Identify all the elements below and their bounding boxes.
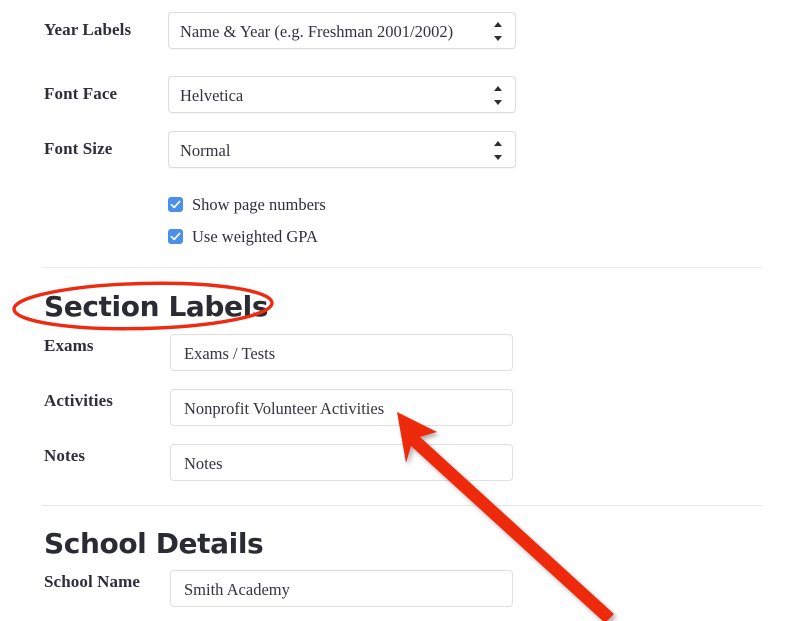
select-font-size[interactable]: Normal — [168, 131, 516, 168]
label-exams: Exams — [44, 336, 94, 355]
input-activities-value: Nonprofit Volunteer Activities — [184, 399, 385, 418]
input-notes-value: Notes — [184, 454, 223, 473]
checkbox-use-weighted-gpa[interactable] — [168, 229, 183, 244]
input-school-name[interactable]: Smith Academy — [170, 570, 513, 607]
select-font-size-value: Normal — [180, 141, 231, 160]
input-exams-value: Exams / Tests — [184, 344, 276, 363]
page-title-school-details: School Details — [44, 527, 264, 560]
label-year-labels: Year Labels — [44, 20, 132, 39]
chevron-updown-icon — [494, 22, 503, 41]
input-notes[interactable]: Notes — [170, 444, 513, 481]
select-font-face[interactable]: Helvetica — [168, 76, 516, 113]
label-notes: Notes — [44, 446, 86, 465]
input-school-name-value: Smith Academy — [184, 580, 290, 599]
settings-form-page: Year Labels Name & Year (e.g. Freshman 2… — [0, 0, 798, 621]
checkbox-label-use-weighted-gpa: Use weighted GPA — [192, 227, 318, 246]
chevron-updown-icon — [494, 141, 503, 160]
label-school-name: School Name — [44, 572, 141, 591]
section-divider — [42, 267, 762, 268]
chevron-updown-icon — [494, 86, 503, 105]
select-year-labels-value: Name & Year (e.g. Freshman 2001/2002) — [180, 22, 454, 41]
select-year-labels[interactable]: Name & Year (e.g. Freshman 2001/2002) — [168, 12, 516, 49]
label-activities: Activities — [44, 391, 113, 410]
select-font-face-value: Helvetica — [180, 86, 244, 105]
checkbox-show-page-numbers[interactable] — [168, 197, 183, 212]
label-font-face: Font Face — [44, 84, 118, 103]
label-font-size: Font Size — [44, 139, 113, 158]
input-activities[interactable]: Nonprofit Volunteer Activities — [170, 389, 513, 426]
section-divider — [42, 505, 762, 506]
page-title-section-labels: Section Labels — [44, 290, 269, 323]
input-exams[interactable]: Exams / Tests — [170, 334, 513, 371]
checkbox-label-show-page-numbers: Show page numbers — [192, 195, 326, 214]
